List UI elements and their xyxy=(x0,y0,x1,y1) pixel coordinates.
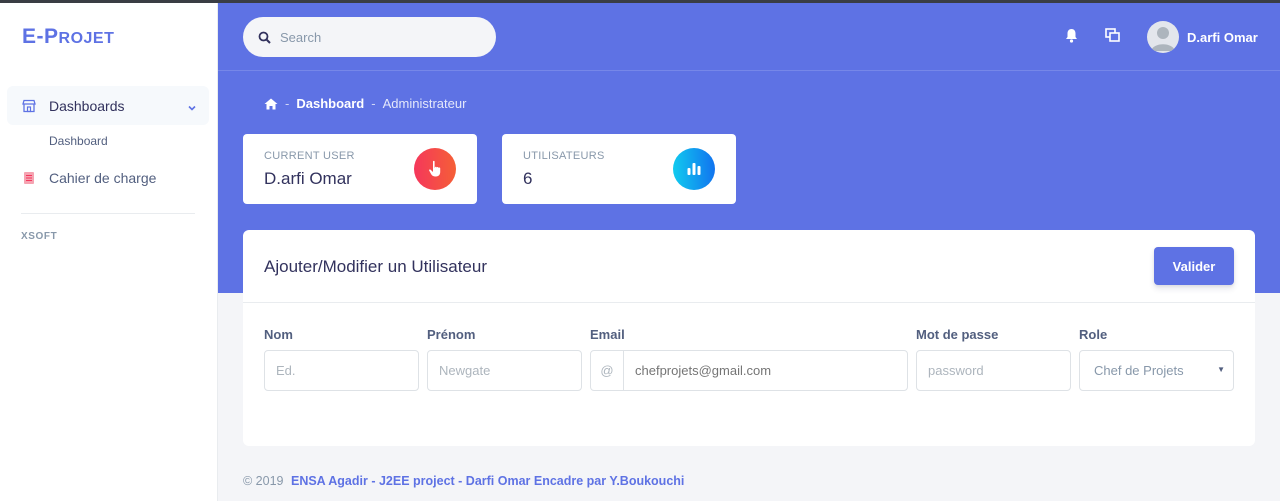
stat-value: D.arfi Omar xyxy=(264,169,352,188)
document-icon xyxy=(21,170,37,186)
header-divider xyxy=(218,70,1280,71)
email-input-group: @ xyxy=(590,350,908,391)
role-select[interactable]: Chef de Projets ▼ xyxy=(1079,350,1234,391)
stat-title: UTILISATEURS xyxy=(523,150,605,162)
sidebar: E-PROJET Dashboards Dashboard Cahier de … xyxy=(0,3,218,501)
sidebar-item-dashboards[interactable]: Dashboards xyxy=(7,86,209,125)
at-icon: @ xyxy=(591,351,624,390)
sidebar-heading: XSOFT xyxy=(21,231,58,242)
breadcrumb-current: Administrateur xyxy=(382,96,467,111)
user-name[interactable]: D.arfi Omar xyxy=(1187,30,1258,45)
bar-chart-icon xyxy=(673,148,715,190)
breadcrumb-dashboard[interactable]: Dashboard xyxy=(296,96,364,111)
stat-title: CURRENT USER xyxy=(264,150,355,162)
bell-icon[interactable] xyxy=(1065,28,1078,43)
nom-field[interactable] xyxy=(264,350,419,391)
footer: © 2019 ENSA Agadir - J2EE project - Darf… xyxy=(243,474,684,488)
search-bar[interactable] xyxy=(243,17,496,57)
stat-card-utilisateurs: UTILISATEURS 6 xyxy=(502,134,736,204)
storefront-icon xyxy=(21,98,37,114)
footer-link[interactable]: ENSA Agadir - J2EE project - Darfi Omar … xyxy=(291,474,684,488)
window-icon[interactable] xyxy=(1105,28,1120,43)
breadcrumb-separator: - xyxy=(371,96,376,111)
breadcrumb: - Dashboard - Administrateur xyxy=(264,96,466,111)
search-icon xyxy=(258,31,271,44)
home-icon[interactable] xyxy=(264,98,278,110)
valider-button[interactable]: Valider xyxy=(1154,247,1234,285)
brand-logo[interactable]: E-PROJET xyxy=(22,25,114,49)
sidebar-item-cahier-de-charge[interactable]: Cahier de charge xyxy=(7,158,209,197)
stat-value: 6 xyxy=(523,169,533,188)
hand-pointer-icon xyxy=(414,148,456,190)
chevron-down-icon xyxy=(187,100,197,118)
caret-down-icon: ▼ xyxy=(1217,365,1225,374)
role-label: Role xyxy=(1079,327,1108,342)
window-top-border xyxy=(0,0,1280,3)
sidebar-item-label: Cahier de charge xyxy=(49,169,157,186)
password-label: Mot de passe xyxy=(916,327,999,342)
prenom-label: Prénom xyxy=(427,327,476,342)
form-header: Ajouter/Modifier un Utilisateur Valider xyxy=(243,230,1255,303)
stat-card-current-user: CURRENT USER D.arfi Omar xyxy=(243,134,477,204)
role-select-value: Chef de Projets xyxy=(1094,363,1184,378)
search-input[interactable] xyxy=(280,29,480,45)
avatar[interactable] xyxy=(1147,21,1179,53)
email-label: Email xyxy=(590,327,625,342)
sidebar-item-label: Dashboards xyxy=(49,97,125,114)
form-title: Ajouter/Modifier un Utilisateur xyxy=(264,257,487,276)
footer-copyright: © 2019 xyxy=(243,474,284,488)
email-field[interactable] xyxy=(624,351,904,390)
sidebar-divider xyxy=(21,213,195,214)
nom-label: Nom xyxy=(264,327,293,342)
sidebar-item-dashboard[interactable]: Dashboard xyxy=(49,134,108,148)
password-field[interactable] xyxy=(916,350,1071,391)
prenom-field[interactable] xyxy=(427,350,582,391)
user-form-card: Ajouter/Modifier un Utilisateur Valider … xyxy=(243,230,1255,446)
breadcrumb-separator: - xyxy=(285,96,290,111)
